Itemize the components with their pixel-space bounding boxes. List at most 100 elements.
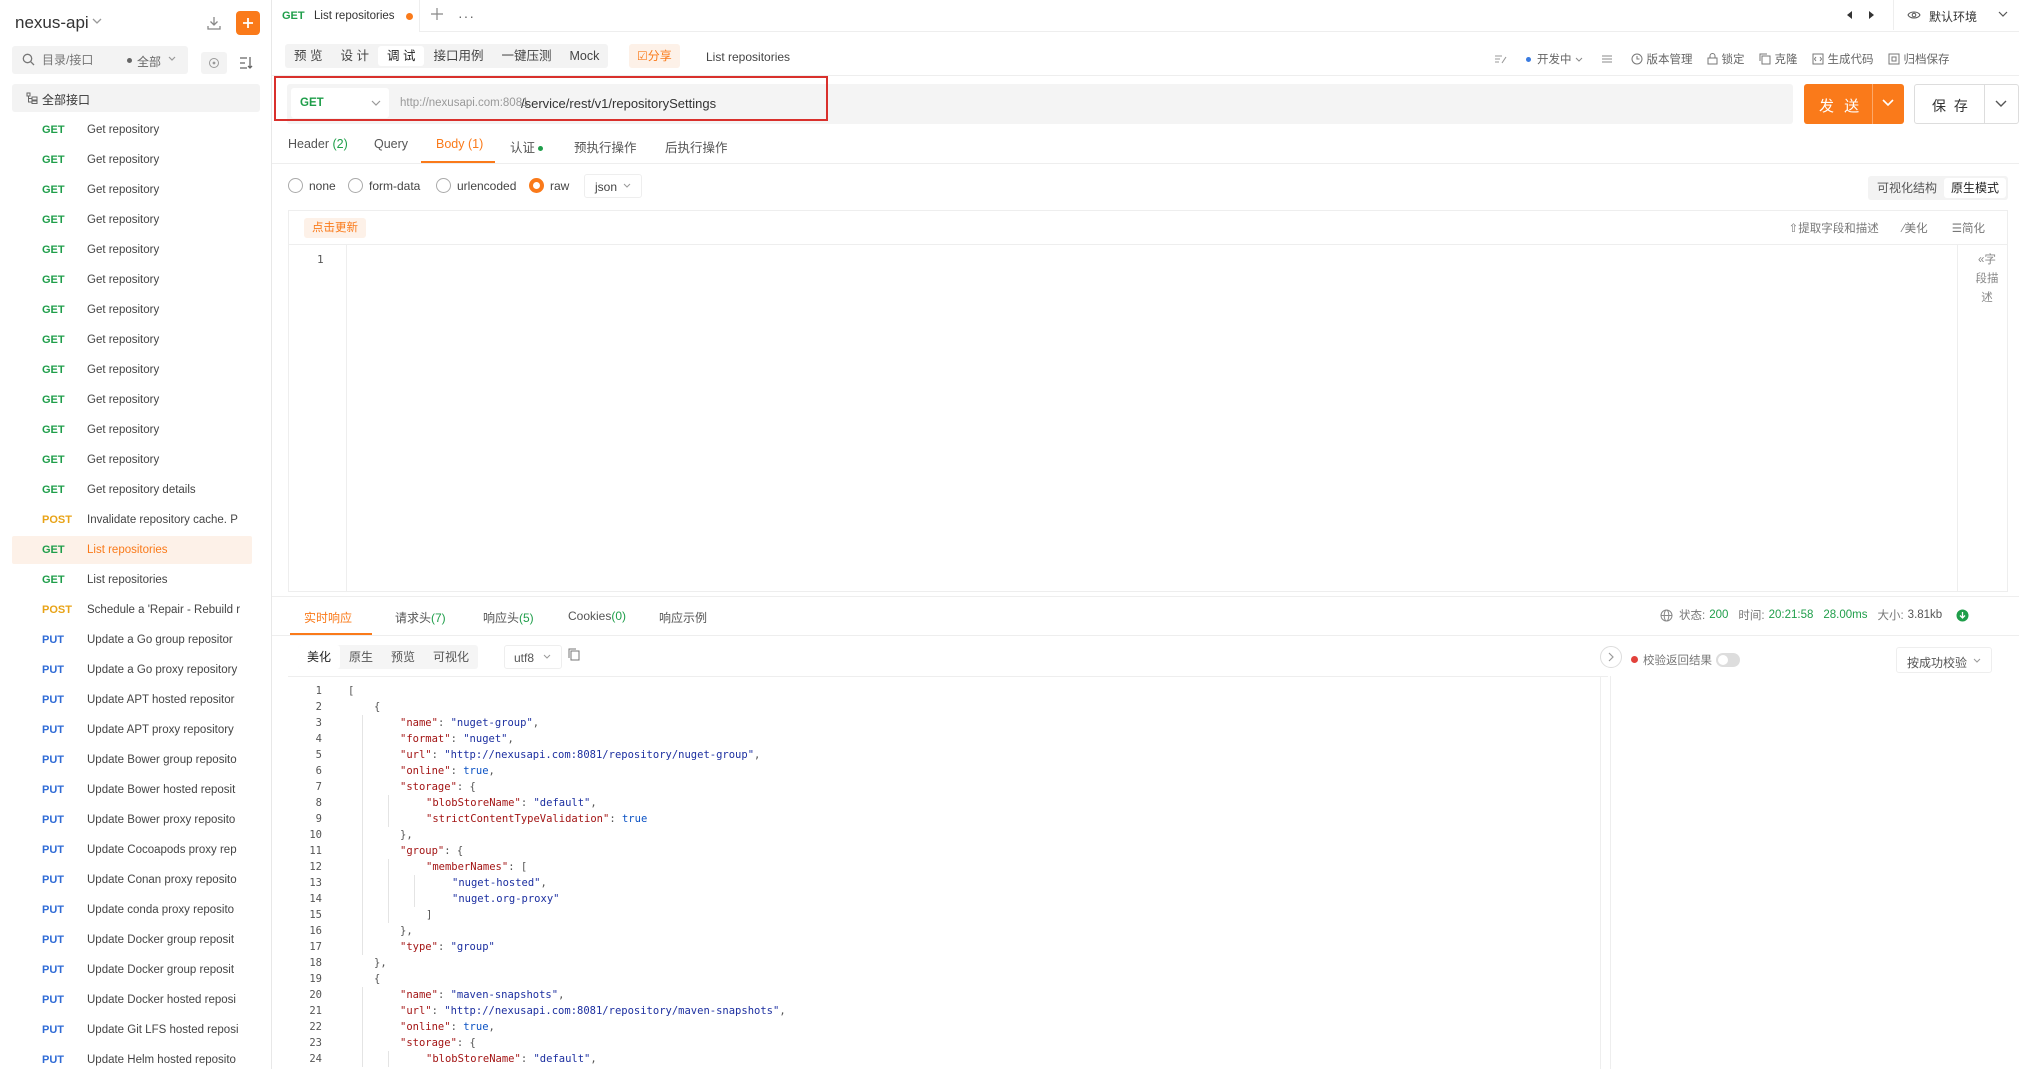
api-list-item[interactable]: PUT Update Docker group reposit	[12, 926, 252, 954]
response-code[interactable]: 1[2{3 "name": "nuget-group", 4 "format": "n…	[288, 676, 1608, 1069]
api-list-item[interactable]: GET Get repository	[12, 446, 252, 474]
add-button[interactable]	[236, 11, 260, 35]
api-list-item[interactable]: PUT Update APT hosted repositor	[12, 686, 252, 714]
search-input[interactable]	[42, 50, 114, 70]
search-box[interactable]: 全部	[12, 46, 188, 74]
api-list-item[interactable]: PUT Update Docker group reposit	[12, 956, 252, 984]
sort-icon[interactable]	[233, 52, 259, 74]
radio-raw[interactable]: raw	[529, 178, 569, 193]
chevron-down-icon[interactable]	[1995, 100, 2007, 108]
tab-pre-script[interactable]: 预执行操作	[574, 137, 637, 156]
environment-select[interactable]: 默认环境	[1893, 0, 2019, 30]
api-list-item[interactable]: PUT Update a Go proxy repository	[12, 656, 252, 684]
encoding-select[interactable]: utf8	[504, 645, 562, 669]
api-list-item[interactable]: GET List repositories	[12, 536, 252, 564]
tab-body[interactable]: Body (1)	[436, 137, 483, 151]
radio-none[interactable]: none	[288, 178, 336, 193]
copy-icon[interactable]	[568, 648, 580, 661]
tab-list-repositories[interactable]: GET List repositories	[272, 0, 420, 32]
tab-auth[interactable]: 认证	[510, 137, 544, 156]
import-icon[interactable]	[204, 13, 224, 33]
api-list-item[interactable]: PUT Update Docker hosted reposi	[12, 986, 252, 1014]
api-list-item[interactable]: GET Get repository	[12, 176, 252, 204]
mode-tab-load-test[interactable]: 一键压测	[492, 44, 560, 68]
view-raw[interactable]: 原生	[340, 645, 382, 669]
editor-scrollbar[interactable]	[1957, 245, 1967, 591]
api-list-item[interactable]: POST Invalidate repository cache. P	[12, 506, 252, 534]
tab-post-script[interactable]: 后执行操作	[665, 137, 728, 156]
all-apis-item[interactable]: 全部接口	[12, 84, 260, 112]
tab-response-examples[interactable]: 响应示例	[659, 609, 707, 626]
api-list-item[interactable]: PUT Update conda proxy reposito	[12, 896, 252, 924]
api-list-item[interactable]: GET Get repository	[12, 236, 252, 264]
api-list-item[interactable]: GET List repositories	[12, 566, 252, 594]
mode-tab-cases[interactable]: 接口用例	[424, 44, 492, 68]
next-tab-icon[interactable]	[1868, 10, 1876, 20]
project-name[interactable]: nexus-api	[15, 13, 89, 33]
chevron-right-icon[interactable]	[1600, 646, 1622, 668]
format-select[interactable]: json	[584, 174, 642, 198]
api-list-item[interactable]: GET Get repository	[12, 356, 252, 384]
verify-toggle[interactable]	[1716, 653, 1740, 667]
api-list-item[interactable]: GET Get repository	[12, 206, 252, 234]
field-description-toggle[interactable]: «字段描述	[1975, 251, 1999, 391]
filter-select[interactable]: 全部	[137, 53, 161, 70]
mode-tab-debug[interactable]: 调 试	[377, 46, 425, 66]
api-list-item[interactable]: GET Get repository	[12, 386, 252, 414]
send-button[interactable]: 发 送	[1804, 84, 1904, 124]
status-select[interactable]: 开发中	[1526, 51, 1587, 67]
share-button[interactable]: ☑分享	[629, 44, 680, 68]
locate-icon[interactable]	[201, 52, 227, 74]
api-list-item[interactable]: PUT Update Git LFS hosted reposi	[12, 1016, 252, 1044]
refresh-button[interactable]: 点击更新	[304, 218, 366, 238]
extract-fields-button[interactable]: ⇧提取字段和描述	[1789, 220, 1879, 236]
api-list-item[interactable]: PUT Update Helm hosted reposito	[12, 1046, 252, 1074]
tab-request-headers[interactable]: 请求头(7)	[395, 609, 446, 626]
new-tab-icon[interactable]	[430, 7, 444, 21]
archive-button[interactable]: 归档保存	[1888, 51, 1950, 67]
clone-button[interactable]: 克隆	[1759, 51, 1798, 67]
api-list-item[interactable]: GET Get repository	[12, 266, 252, 294]
api-list-item[interactable]: GET Get repository	[12, 416, 252, 444]
more-tabs-button[interactable]: ···	[458, 8, 475, 24]
view-beautify[interactable]: 美化	[298, 645, 341, 669]
tab-cookies[interactable]: Cookies(0)	[568, 609, 626, 623]
mode-tab-mock[interactable]: Mock	[560, 44, 608, 68]
edit-icon[interactable]	[1494, 53, 1512, 65]
api-list-item[interactable]: PUT Update Bower proxy reposito	[12, 806, 252, 834]
mode-tab-design[interactable]: 设 计	[331, 44, 377, 68]
api-list-item[interactable]: GET Get repository	[12, 296, 252, 324]
chevron-down-icon[interactable]	[1882, 99, 1894, 107]
api-list-item[interactable]: GET Get repository	[12, 116, 252, 144]
api-list-item[interactable]: POST Schedule a 'Repair - Rebuild r	[12, 596, 252, 624]
view-visual[interactable]: 可视化结构	[1870, 178, 1944, 198]
beautify-button[interactable]: ⁄美化	[1903, 220, 1928, 236]
api-list-item[interactable]: GET Get repository details	[12, 476, 252, 504]
chevron-down-icon[interactable]	[168, 56, 176, 61]
chevron-down-icon[interactable]	[92, 18, 102, 24]
api-list-item[interactable]: PUT Update Cocoapods proxy rep	[12, 836, 252, 864]
radio-urlencoded[interactable]: urlencoded	[436, 178, 516, 193]
api-list-item[interactable]: PUT Update Bower group reposito	[12, 746, 252, 774]
api-list-item[interactable]: GET Get repository	[12, 146, 252, 174]
tab-live-response[interactable]: 实时响应	[304, 609, 352, 626]
tab-query[interactable]: Query	[374, 137, 408, 151]
view-raw[interactable]: 原生模式	[1944, 178, 2007, 198]
history-icon[interactable]	[1601, 53, 1617, 65]
tab-response-headers[interactable]: 响应头(5)	[483, 609, 534, 626]
radio-form-data[interactable]: form-data	[348, 178, 420, 193]
simplify-button[interactable]: ☰简化	[1952, 220, 1985, 236]
mode-tab-preview[interactable]: 预 览	[285, 44, 331, 68]
api-list-item[interactable]: PUT Update Bower hosted reposit	[12, 776, 252, 804]
api-list-item[interactable]: GET Get repository	[12, 326, 252, 354]
tab-header[interactable]: Header (2)	[288, 137, 348, 151]
lock-button[interactable]: 锁定	[1707, 51, 1745, 67]
api-list-item[interactable]: PUT Update APT proxy repository	[12, 716, 252, 744]
verify-mode-select[interactable]: 按成功校验	[1896, 647, 1992, 673]
api-list-item[interactable]: PUT Update a Go group repositor	[12, 626, 252, 654]
view-preview[interactable]: 预览	[382, 645, 424, 669]
save-button[interactable]: 保 存	[1914, 84, 2019, 124]
view-visualize[interactable]: 可视化	[424, 645, 478, 669]
gen-code-button[interactable]: 生成代码	[1812, 51, 1874, 67]
prev-tab-icon[interactable]	[1845, 10, 1853, 20]
